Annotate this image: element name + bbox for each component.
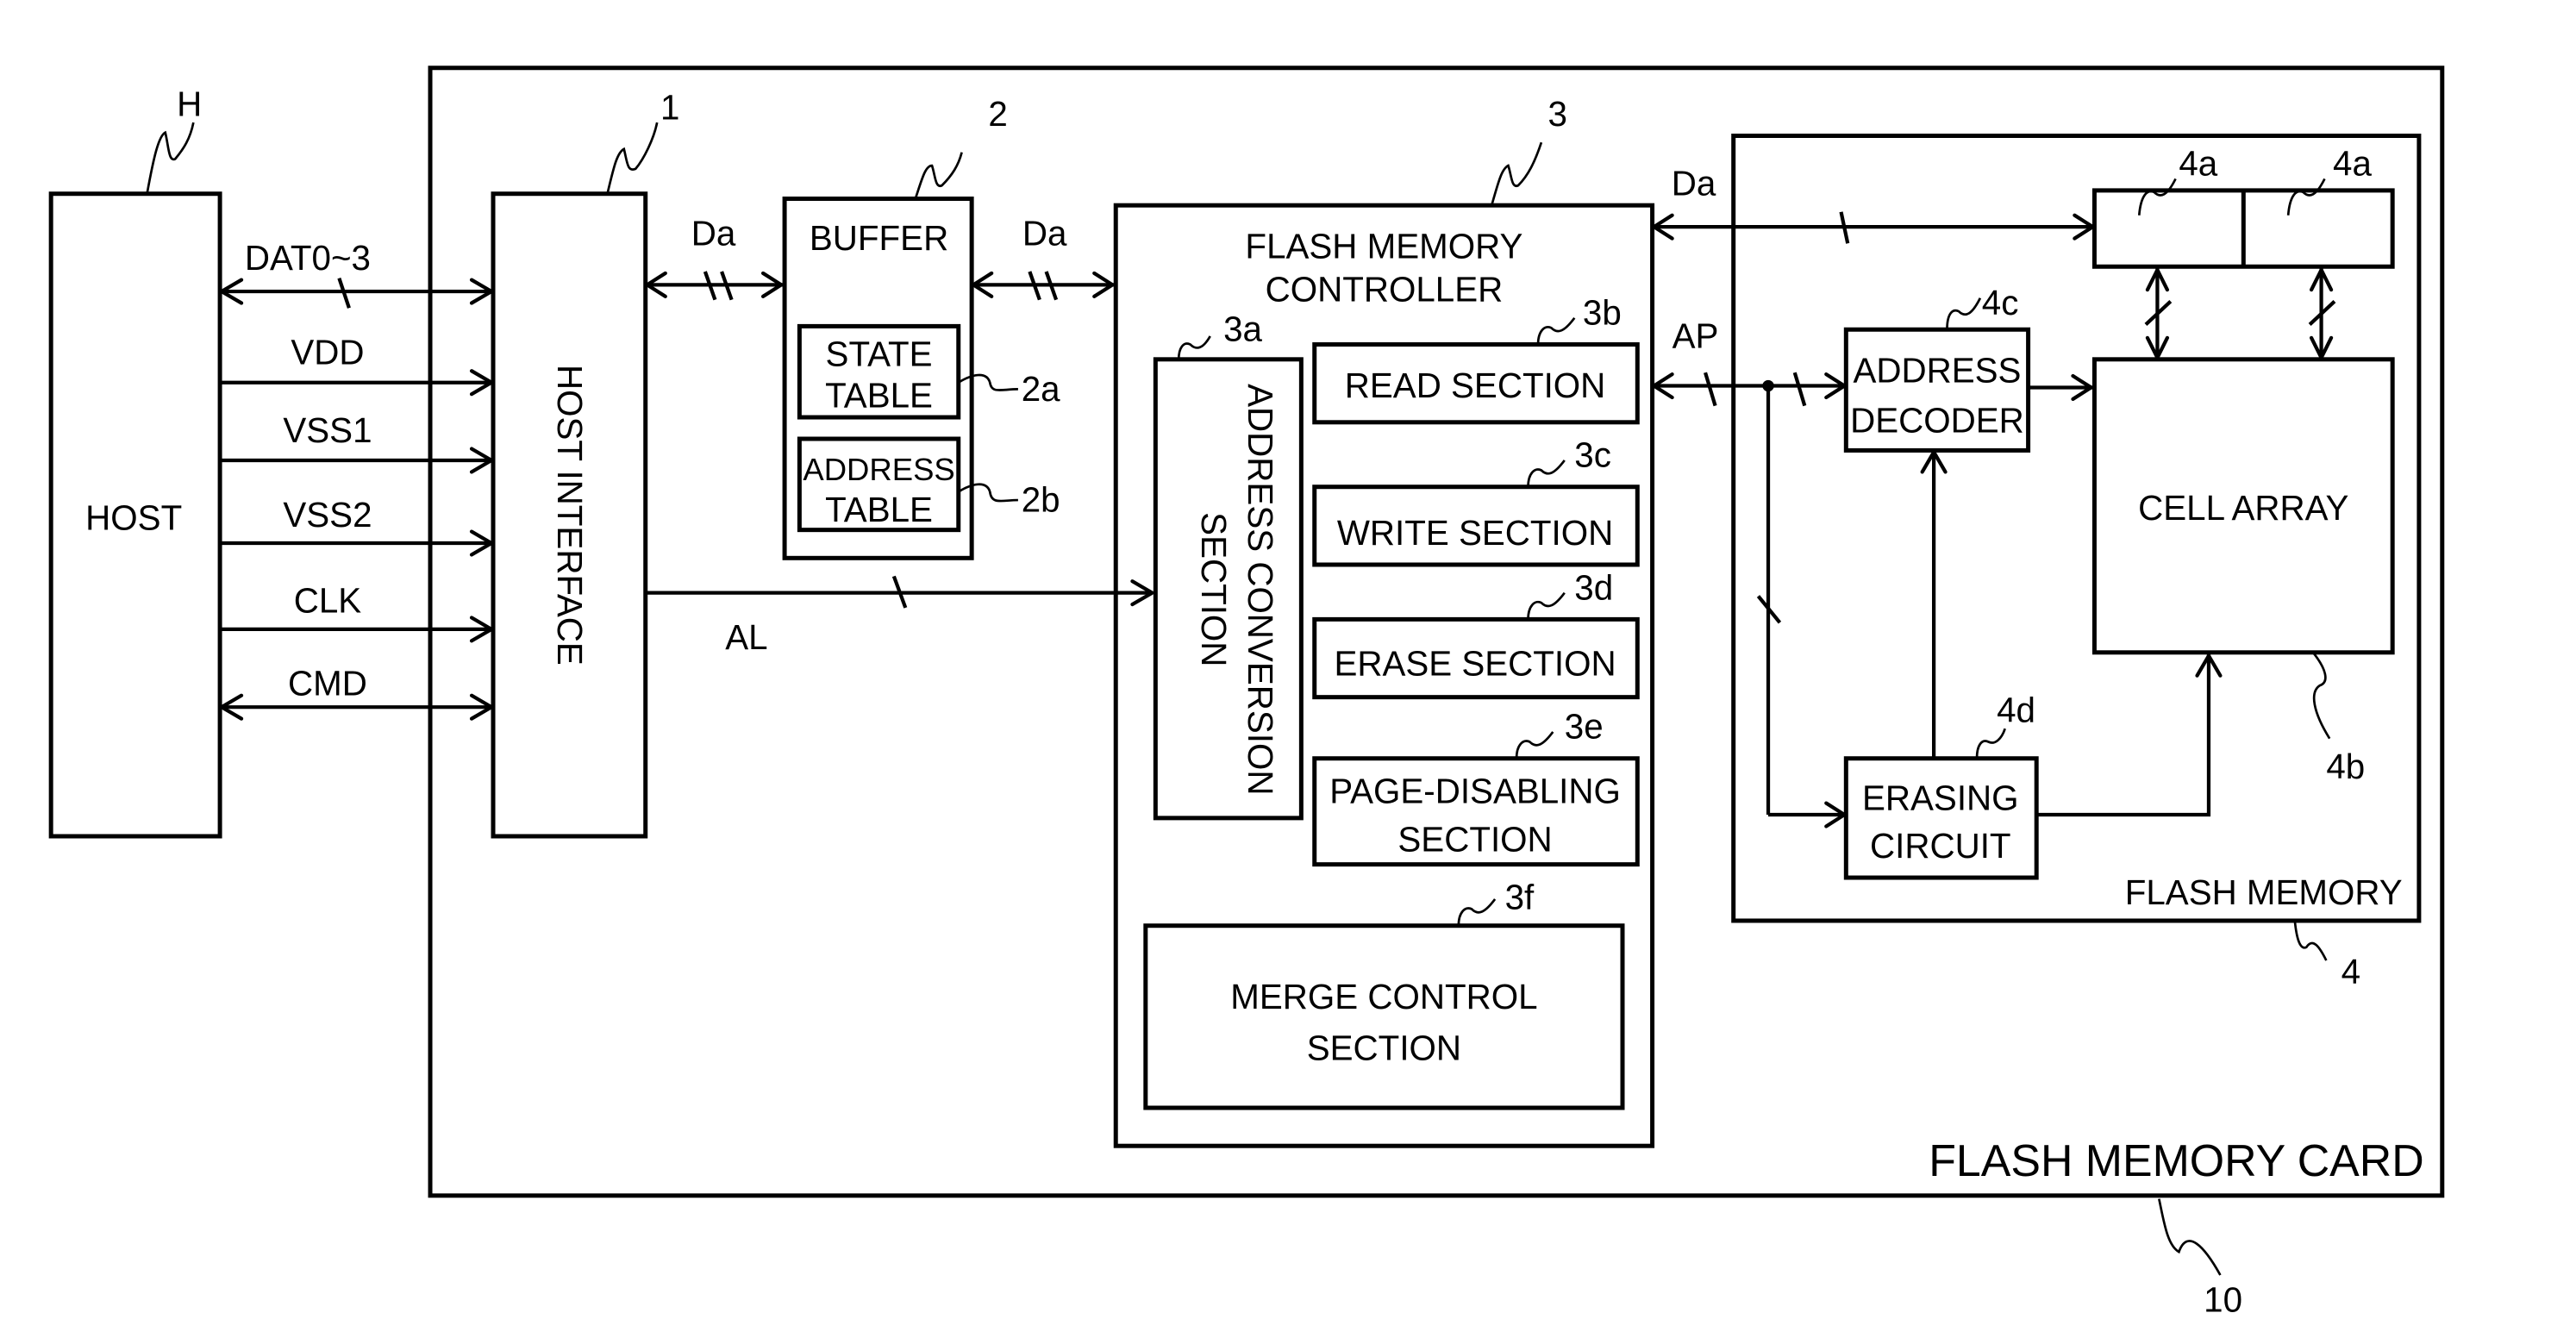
address-conversion-line1: ADDRESS CONVERSION xyxy=(1241,384,1280,795)
address-conversion-leader-line xyxy=(1177,335,1211,360)
buffer-label: BUFFER xyxy=(810,218,948,258)
signal-vss1-label: VSS1 xyxy=(283,410,372,450)
page-buffer-1-ref: 4a xyxy=(2179,144,2217,184)
flash-memory-card-label: FLASH MEMORY CARD xyxy=(1929,1135,2423,1185)
signal-da-hi-buffer-label: Da xyxy=(691,213,736,253)
controller-label-line1: FLASH MEMORY xyxy=(1245,227,1522,266)
state-table-leader-line xyxy=(958,373,1018,391)
erasing-to-cell-line xyxy=(2036,653,2211,817)
host-interface-ref: 1 xyxy=(660,87,679,127)
state-table-line1: STATE xyxy=(826,334,933,373)
page-buffer-2-ref: 4a xyxy=(2333,144,2372,184)
signal-dat-label: DAT0~3 xyxy=(245,238,371,278)
erase-section-label: ERASE SECTION xyxy=(1334,644,1616,684)
block-diagram: FLASH MEMORY CARD 10 HOST H HOST INTERFA… xyxy=(48,66,2445,1319)
page-disabling-line1: PAGE-DISABLING xyxy=(1329,772,1621,811)
page-disabling-line2: SECTION xyxy=(1397,819,1552,859)
host-ref: H xyxy=(177,84,202,123)
read-section-ref: 3b xyxy=(1583,292,1622,332)
cell-array-leader-line xyxy=(2311,651,2331,740)
signal-da-buffer-controller: Da xyxy=(971,213,1115,301)
buffer-cell-link-2 xyxy=(2308,267,2336,360)
host-interface-label: HOST INTERFACE xyxy=(550,365,590,666)
buffer-leader-line xyxy=(914,152,963,199)
erasing-circuit-line1: ERASING xyxy=(1862,778,2019,817)
card-leader-line xyxy=(2158,1198,2222,1276)
read-section-leader-line xyxy=(1536,316,1576,345)
page-disabling-leader-line xyxy=(1515,731,1554,759)
controller-leader-line xyxy=(1490,141,1543,206)
address-decoder-ref: 4c xyxy=(1982,283,2019,322)
controller-label-line2: CONTROLLER xyxy=(1266,270,1504,309)
cell-array-ref: 4b xyxy=(2326,747,2365,786)
merge-control-line2: SECTION xyxy=(1307,1028,1461,1067)
address-decoder-leader-line xyxy=(1946,297,1982,330)
signal-vdd: VDD xyxy=(220,333,494,397)
merge-control-line1: MERGE CONTROL xyxy=(1230,977,1537,1016)
state-table-line2: TABLE xyxy=(825,376,933,416)
page-buffer-2-leader-line xyxy=(2286,178,2326,216)
merge-control-ref: 3f xyxy=(1505,878,1535,917)
flash-memory-leader-line xyxy=(2293,920,2328,961)
address-table-ref: 2b xyxy=(1022,480,1060,520)
write-section-label: WRITE SECTION xyxy=(1337,513,1613,553)
signal-ap-label: AP xyxy=(1673,316,1719,355)
address-table-leader-line xyxy=(958,483,1018,503)
signal-al: AL xyxy=(645,575,1154,657)
host-label: HOST xyxy=(85,498,182,538)
erasing-circuit-ref: 4d xyxy=(1997,690,2035,729)
signal-da-buffer-controller-label: Da xyxy=(1022,213,1067,253)
write-section-leader-line xyxy=(1527,460,1566,487)
address-conversion-ref: 3a xyxy=(1223,309,1262,349)
erasing-circuit-line2: CIRCUIT xyxy=(1870,826,2011,866)
signal-vss2-label: VSS2 xyxy=(283,495,372,535)
address-decoder-line2: DECODER xyxy=(1850,400,2024,440)
erase-section-leader-line xyxy=(1527,591,1566,620)
controller-ref: 3 xyxy=(1548,94,1567,134)
host-interface-leader-line xyxy=(606,122,659,195)
signal-vss1: VSS1 xyxy=(220,410,494,474)
signal-cmd: CMD xyxy=(219,664,494,721)
signal-vdd-label: VDD xyxy=(291,333,364,372)
address-conversion-line2: SECTION xyxy=(1194,512,1234,666)
card-ref: 10 xyxy=(2204,1279,2242,1319)
address-decoder-line1: ADDRESS xyxy=(1853,351,2021,391)
flash-memory-label: FLASH MEMORY xyxy=(2125,872,2403,912)
flash-memory-ref: 4 xyxy=(2342,952,2360,991)
write-section-ref: 3c xyxy=(1574,435,1611,475)
merge-control-box xyxy=(1143,923,1625,1110)
signal-cmd-label: CMD xyxy=(288,664,367,703)
signal-clk: CLK xyxy=(220,581,494,643)
state-table-ref: 2a xyxy=(1022,369,1060,409)
address-table-line1: ADDRESS xyxy=(803,452,954,487)
signal-da-hi-buffer: Da xyxy=(645,213,784,301)
signal-al-label: AL xyxy=(725,617,767,657)
signal-da-controller-memory-label: Da xyxy=(1672,164,1716,203)
signal-clk-label: CLK xyxy=(294,581,362,621)
page-disabling-ref: 3e xyxy=(1565,707,1604,747)
signal-vss2: VSS2 xyxy=(220,495,494,557)
address-table-line2: TABLE xyxy=(825,490,933,529)
signal-ap: AP xyxy=(1652,316,1847,828)
cell-array-label: CELL ARRAY xyxy=(2138,488,2348,528)
page-buffer-1-leader-line xyxy=(2137,178,2177,216)
buffer-ref: 2 xyxy=(988,94,1007,134)
erasing-circuit-leader-line xyxy=(1975,728,2006,759)
merge-control-leader-line xyxy=(1457,898,1497,926)
buffer-cell-link-1 xyxy=(2144,267,2173,360)
flash-memory-box xyxy=(1731,134,2422,923)
signal-da-controller-memory: Da xyxy=(1652,164,2095,244)
host-leader-line xyxy=(146,122,195,194)
erase-section-ref: 3d xyxy=(1574,567,1613,607)
read-section-label: READ SECTION xyxy=(1345,366,1606,405)
signal-dat: DAT0~3 xyxy=(219,238,494,309)
